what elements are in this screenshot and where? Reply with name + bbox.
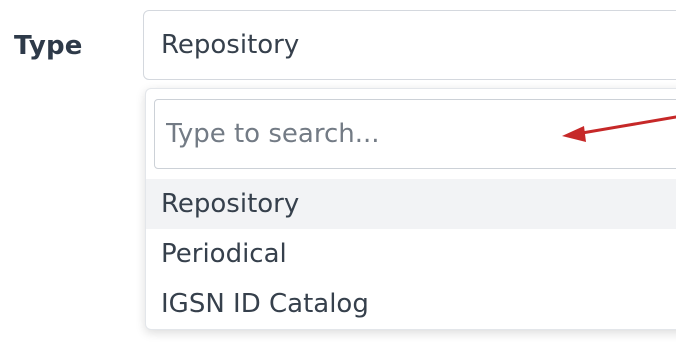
type-select[interactable]: Repository bbox=[143, 10, 676, 80]
search-input[interactable] bbox=[155, 100, 676, 168]
search-field[interactable] bbox=[154, 99, 676, 169]
option-repository[interactable]: Repository bbox=[146, 179, 676, 229]
option-periodical[interactable]: Periodical bbox=[146, 229, 676, 279]
type-field-screen: Type Repository Repository Periodical IG… bbox=[0, 0, 676, 346]
type-field-label: Type bbox=[14, 31, 83, 61]
type-dropdown-menu: Repository Periodical IGSN ID Catalog bbox=[145, 88, 676, 330]
option-igsn-id-catalog[interactable]: IGSN ID Catalog bbox=[146, 279, 676, 329]
type-select-value: Repository bbox=[161, 30, 300, 60]
